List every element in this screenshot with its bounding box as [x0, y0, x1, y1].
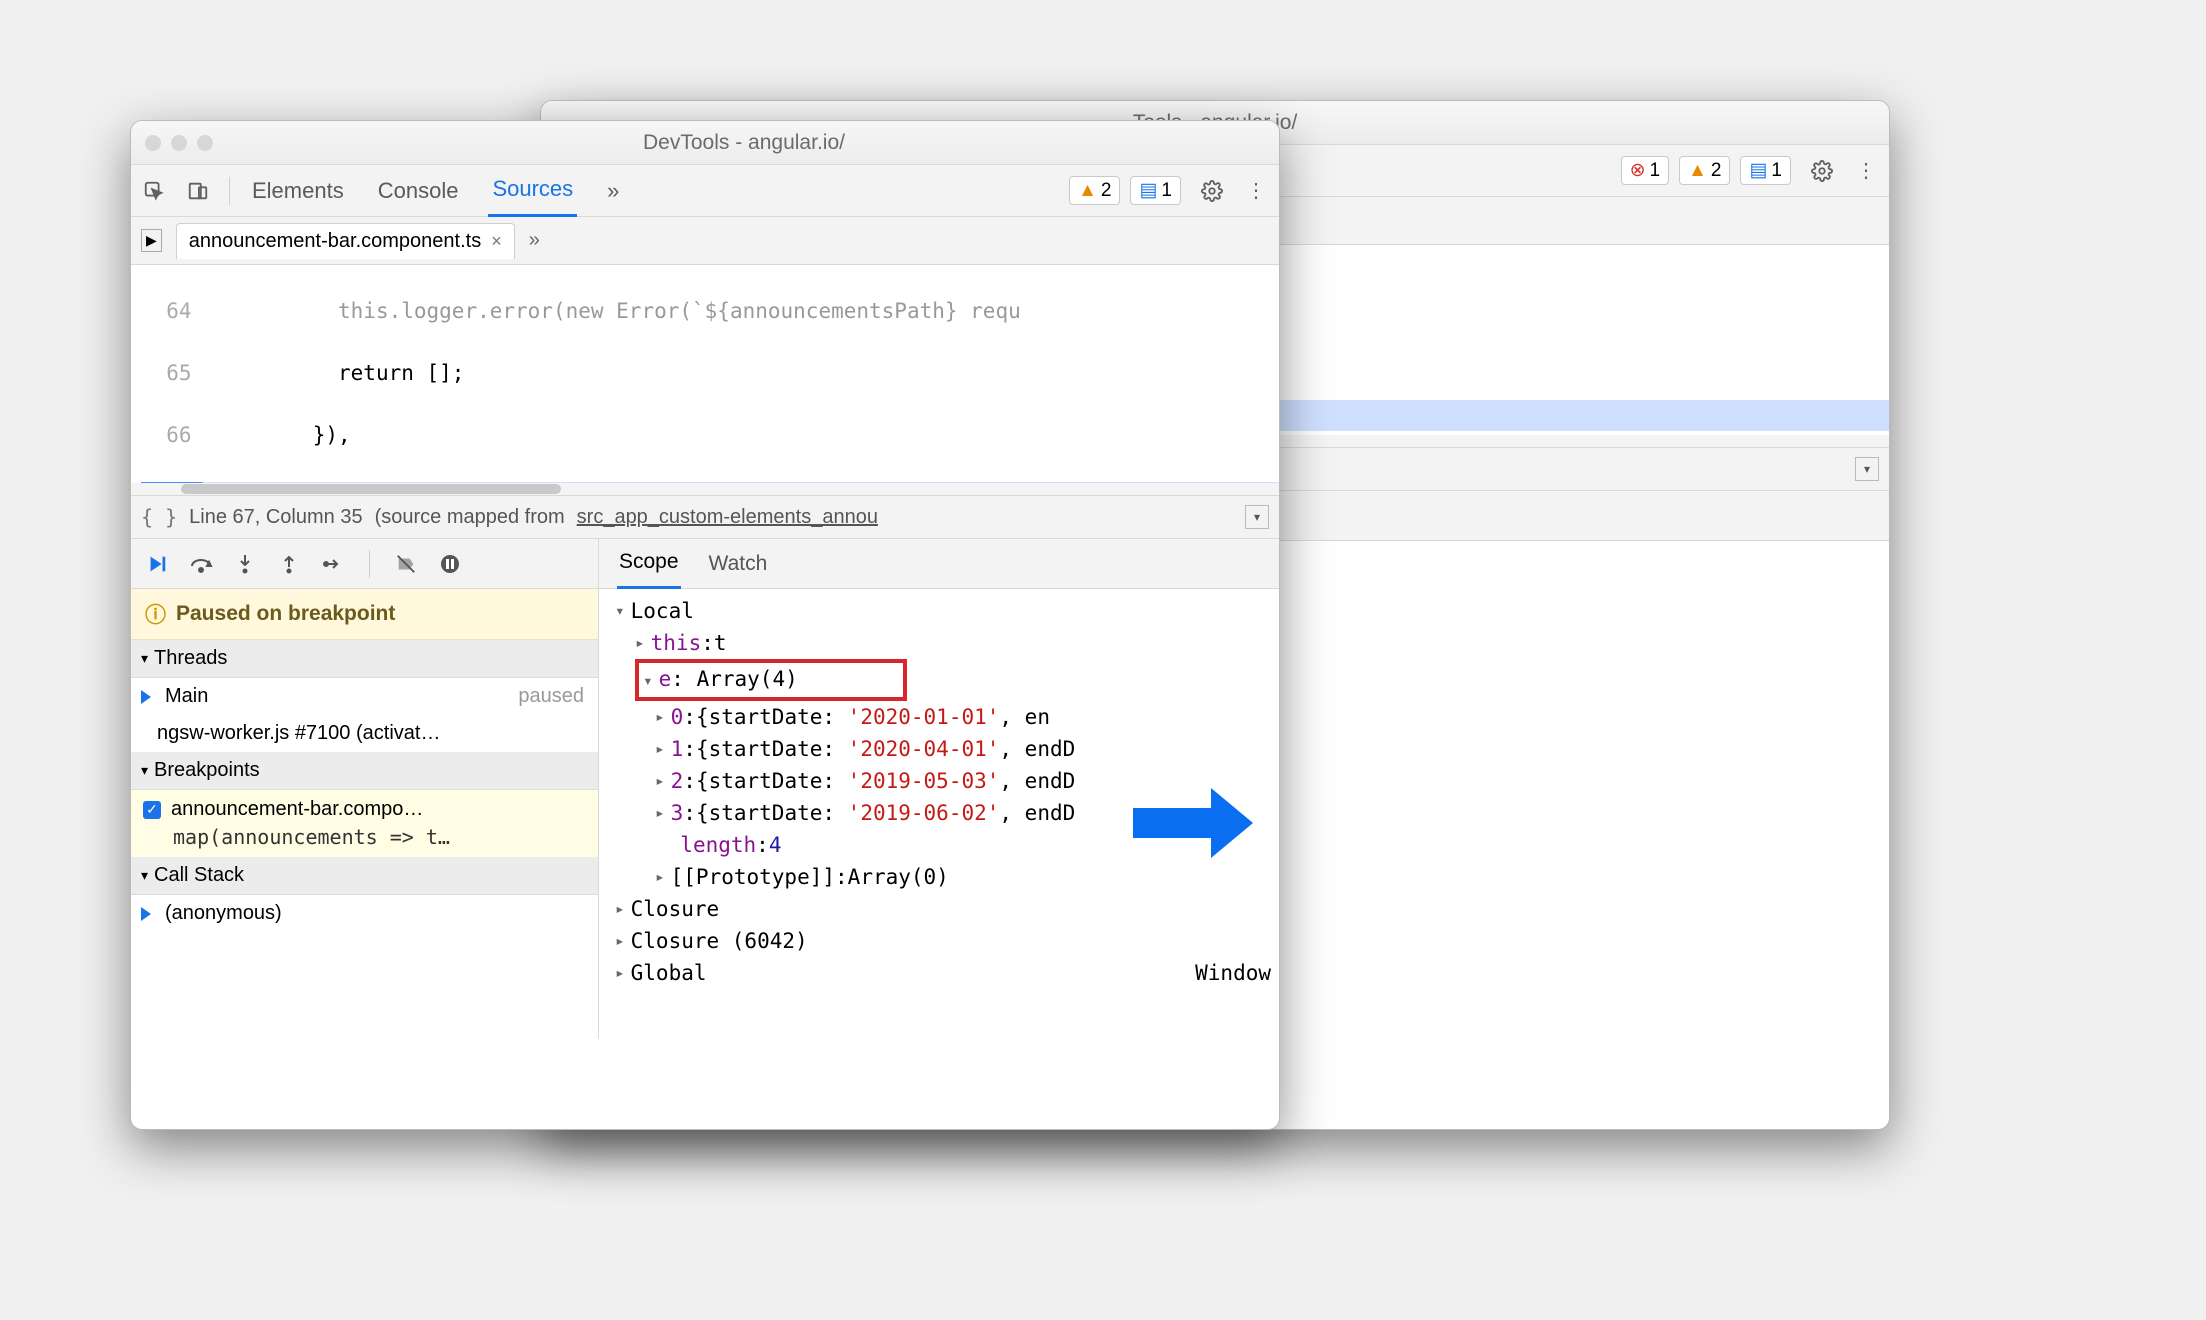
callstack-frame[interactable]: (anonymous): [131, 895, 598, 932]
callstack-header[interactable]: ▾Call Stack: [131, 857, 598, 895]
status-dropdown-icon[interactable]: ▾: [1855, 457, 1879, 481]
code-editor[interactable]: 64 65 66 67 68 69 70 71 this.logger.erro…: [131, 265, 1279, 483]
array-item[interactable]: 0: {startDate: '2020-01-01', en: [607, 701, 1271, 733]
checkbox-checked-icon[interactable]: ✓: [143, 801, 161, 819]
gear-icon[interactable]: [1199, 178, 1225, 204]
warning-badge[interactable]: ▲2: [1679, 156, 1730, 185]
inspect-icon[interactable]: [141, 178, 167, 204]
file-tabs-bar: ▶ announcement-bar.component.ts× »: [131, 217, 1279, 265]
message-badge[interactable]: ▤1: [1130, 176, 1181, 205]
thread-main[interactable]: Mainpaused: [131, 678, 598, 715]
message-badge[interactable]: ▤1: [1740, 156, 1791, 185]
tab-overflow[interactable]: »: [529, 229, 540, 252]
main-toolbar: Elements Console Sources » ▲2 ▤1 ⋮: [131, 165, 1279, 217]
resume-icon[interactable]: [145, 552, 169, 576]
warning-badge[interactable]: ▲2: [1069, 176, 1120, 205]
close-icon[interactable]: ×: [491, 231, 502, 252]
navigator-toggle-icon[interactable]: ▶: [141, 229, 162, 252]
line-gutter[interactable]: 64 65 66 67 68 69 70 71: [131, 265, 202, 483]
threads-header[interactable]: ▾Threads: [131, 640, 598, 678]
step-over-icon[interactable]: [189, 552, 213, 576]
window-title: DevTools - angular.io/: [223, 131, 1265, 155]
device-icon[interactable]: [185, 178, 211, 204]
kebab-icon[interactable]: ⋮: [1853, 158, 1879, 184]
scope-local[interactable]: Local: [607, 595, 1271, 627]
step-icon[interactable]: [321, 552, 345, 576]
error-badge[interactable]: ⊗1: [1621, 156, 1670, 185]
pretty-print-icon[interactable]: { }: [141, 505, 177, 529]
status-dropdown-icon[interactable]: ▾: [1245, 505, 1269, 529]
titlebar: DevTools - angular.io/: [131, 121, 1279, 165]
scope-closure-6042[interactable]: Closure (6042): [607, 925, 1271, 957]
array-prototype[interactable]: [[Prototype]]: Array(0): [607, 861, 1271, 893]
kebab-icon[interactable]: ⋮: [1243, 178, 1269, 204]
source-map-link[interactable]: src_app_custom-elements_annou: [577, 506, 878, 529]
status-bar: { } Line 67, Column 35 (source mapped fr…: [131, 495, 1279, 539]
step-out-icon[interactable]: [277, 552, 301, 576]
breakpoint-item[interactable]: ✓announcement-bar.compo… map(announcemen…: [131, 790, 598, 857]
array-item[interactable]: 1: {startDate: '2020-04-01', endD: [607, 733, 1271, 765]
tab-more[interactable]: »: [603, 166, 623, 216]
info-icon: ⓘ: [145, 599, 166, 629]
scope-closure[interactable]: Closure: [607, 893, 1271, 925]
thread-worker[interactable]: ngsw-worker.js #7100 (activat…: [131, 715, 598, 752]
scope-tab[interactable]: Scope: [617, 538, 681, 589]
devtools-window-left: DevTools - angular.io/ Elements Console …: [130, 120, 1280, 1130]
scope-variable-highlight[interactable]: e: Array(4): [607, 659, 1271, 701]
scope-global[interactable]: GlobalWindow: [607, 957, 1271, 989]
step-into-icon[interactable]: [233, 552, 257, 576]
scope-tabs: Scope Watch: [599, 539, 1279, 589]
debugger-toolbar: [131, 539, 598, 589]
cursor-position: Line 67, Column 35: [189, 506, 362, 529]
traffic-lights[interactable]: [145, 135, 213, 151]
breakpoints-header[interactable]: ▾Breakpoints: [131, 752, 598, 790]
watch-tab[interactable]: Watch: [707, 540, 770, 588]
debugger-left-panel: ⓘ Paused on breakpoint ▾Threads Mainpaus…: [131, 539, 599, 1039]
tab-elements[interactable]: Elements: [248, 166, 348, 216]
horizontal-scrollbar[interactable]: [131, 483, 1279, 495]
gear-icon[interactable]: [1809, 158, 1835, 184]
deactivate-breakpoints-icon[interactable]: [394, 552, 418, 576]
tab-sources[interactable]: Sources: [488, 164, 577, 217]
paused-banner: ⓘ Paused on breakpoint: [131, 589, 598, 640]
scope-this[interactable]: this: t: [607, 627, 1271, 659]
tab-console[interactable]: Console: [374, 166, 463, 216]
pause-exceptions-icon[interactable]: [438, 552, 462, 576]
comparison-arrow-icon: [1133, 788, 1253, 858]
file-tab-active[interactable]: announcement-bar.component.ts×: [176, 223, 515, 259]
